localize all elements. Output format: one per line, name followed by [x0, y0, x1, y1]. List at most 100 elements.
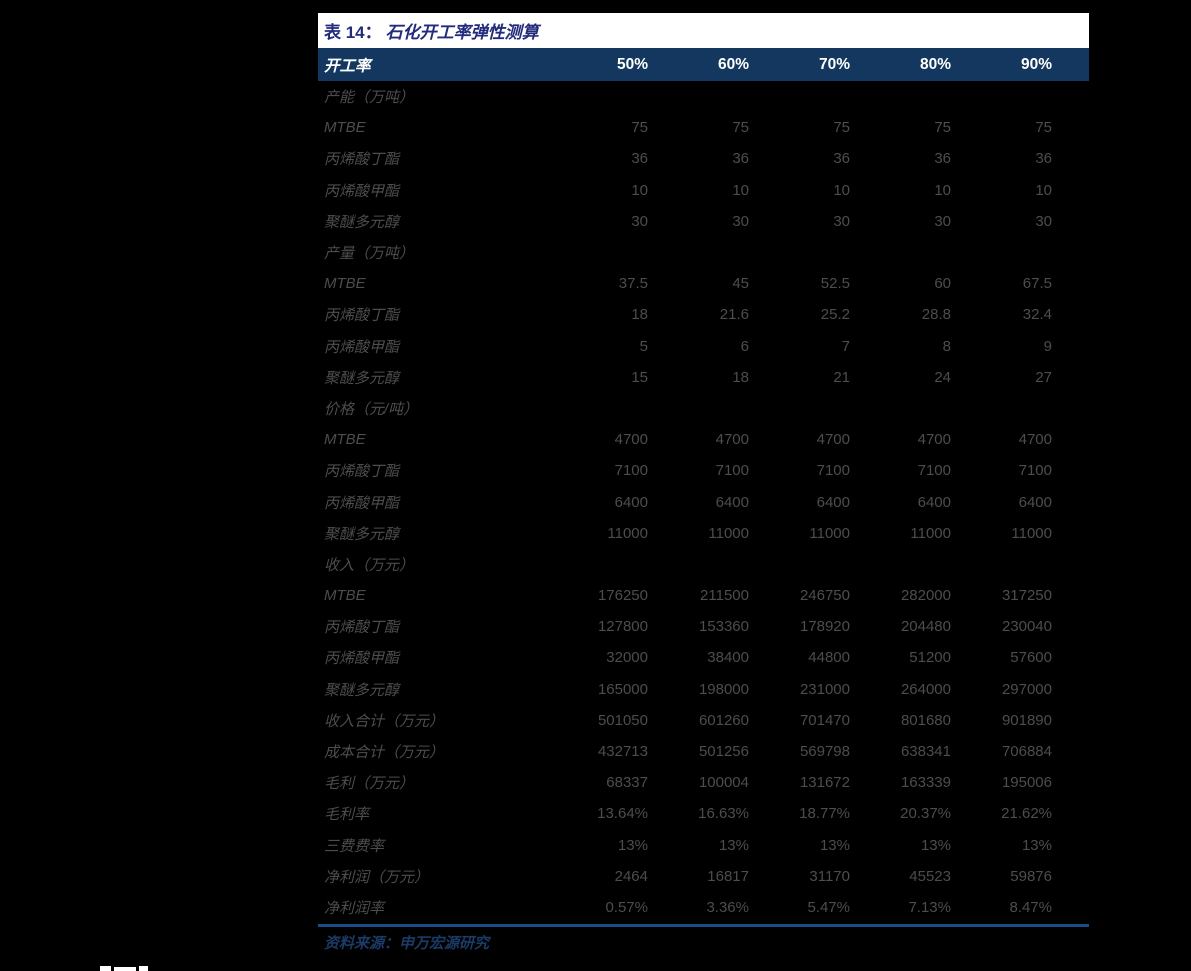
elasticity-table: 表 14： 石化开工率弹性测算 开工率 50% 60% 70% 80% 90% …	[318, 13, 1089, 957]
row-value: 21.62%	[1001, 805, 1052, 823]
row-value: 51200	[909, 649, 951, 667]
table-row: MTBE 4700 4700 4700 4700 4700	[318, 424, 1089, 455]
row-label: MTBE	[324, 275, 366, 293]
row-label: 丙烯酸甲酯	[324, 494, 400, 512]
row-label: 聚醚多元醇	[324, 681, 400, 699]
row-value: 127800	[597, 618, 648, 636]
table-row: 丙烯酸甲酯 5 6 7 8 9	[318, 331, 1089, 362]
header-col-80: 80%	[919, 55, 951, 73]
row-value: 7100	[715, 462, 749, 480]
section-row: 产能（万吨）	[318, 81, 1089, 112]
row-value: 18	[732, 368, 749, 386]
table-row: 丙烯酸甲酯 32000 38400 44800 51200 57600	[318, 642, 1089, 673]
row-value: 75	[1035, 119, 1052, 137]
row-value: 6400	[715, 493, 749, 511]
row-value: 45523	[909, 867, 951, 885]
table-row: 净利润（万元） 2464 16817 31170 45523 59876	[318, 861, 1089, 892]
row-value: 32000	[606, 649, 648, 667]
row-label: 净利润（万元）	[324, 868, 430, 886]
row-value: 7	[841, 337, 850, 355]
row-value: 11000	[809, 524, 850, 542]
row-value: 24	[934, 368, 951, 386]
row-value: 36	[934, 150, 951, 168]
row-value: 10	[934, 181, 951, 199]
table-row: 丙烯酸甲酯 6400 6400 6400 6400 6400	[318, 486, 1089, 517]
table-row: 净利润率 0.57% 3.36% 5.47% 7.13% 8.47%	[318, 892, 1089, 923]
row-value: 11000	[607, 524, 648, 542]
row-value: 0.57%	[605, 898, 648, 916]
row-value: 75	[833, 119, 850, 137]
row-value: 11000	[1011, 524, 1052, 542]
row-label: 收入合计（万元）	[324, 712, 445, 730]
table-title: 石化开工率弹性测算	[385, 23, 539, 42]
row-value: 638341	[900, 743, 951, 761]
row-value: 178920	[799, 618, 850, 636]
row-value: 30	[1035, 212, 1052, 230]
header-operating-rate-label: 开工率	[324, 57, 371, 75]
row-value: 7100	[917, 462, 951, 480]
table-row: MTBE 37.5 45 52.5 60 67.5	[318, 268, 1089, 299]
row-label: 丙烯酸丁酯	[324, 619, 400, 637]
row-value: 67.5	[1022, 275, 1052, 293]
row-value: 6400	[1018, 493, 1052, 511]
row-value: 25.2	[820, 306, 850, 324]
table-row: 收入合计（万元） 501050 601260 701470 801680 901890	[318, 705, 1089, 736]
row-value: 10	[732, 181, 749, 199]
row-value: 10	[631, 181, 648, 199]
row-value: 230040	[1001, 618, 1052, 636]
source-note: 资料来源：申万宏源研究	[324, 934, 490, 952]
table-row: 聚醚多元醇 30 30 30 30 30	[318, 206, 1089, 237]
row-value: 6400	[816, 493, 850, 511]
row-value: 21	[833, 368, 850, 386]
row-value: 45	[732, 275, 749, 293]
row-label: 产量（万吨）	[324, 245, 415, 263]
cropped-text-artifact	[100, 966, 111, 971]
row-value: 28.8	[921, 306, 951, 324]
row-value: 601260	[698, 711, 749, 729]
row-value: 32.4	[1022, 306, 1052, 324]
row-value: 4700	[917, 431, 951, 449]
table-row: 毛利率 13.64% 16.63% 18.77% 20.37% 21.62%	[318, 798, 1089, 829]
row-value: 30	[732, 212, 749, 230]
row-value: 706884	[1001, 743, 1052, 761]
table-row: 聚醚多元醇 15 18 21 24 27	[318, 362, 1089, 393]
row-label: 价格（元/吨）	[324, 400, 419, 418]
row-label: 三费费率	[324, 837, 385, 855]
row-value: 317250	[1001, 587, 1052, 605]
row-value: 153360	[698, 618, 749, 636]
table-row: 丙烯酸丁酯 7100 7100 7100 7100 7100	[318, 455, 1089, 486]
row-value: 60	[934, 275, 951, 293]
row-value: 16817	[707, 867, 749, 885]
table-number-label: 表 14：	[324, 23, 382, 42]
section-row: 产量（万吨）	[318, 237, 1089, 268]
row-value: 701470	[799, 711, 850, 729]
row-value: 501256	[698, 743, 749, 761]
row-value: 246750	[799, 587, 850, 605]
row-label: 聚醚多元醇	[324, 369, 400, 387]
table-title-bar: 表 14： 石化开工率弹性测算	[318, 13, 1089, 48]
row-value: 7100	[1018, 462, 1052, 480]
header-col-90: 90%	[1020, 55, 1052, 73]
table-row: 毛利（万元） 68337 100004 131672 163339 195006	[318, 767, 1089, 798]
row-label: 毛利率	[324, 806, 370, 824]
row-value: 30	[631, 212, 648, 230]
table-row: 成本合计（万元） 432713 501256 569798 638341 706884	[318, 736, 1089, 767]
row-value: 36	[1035, 150, 1052, 168]
row-value: 27	[1035, 368, 1052, 386]
section-row: 收入（万元）	[318, 549, 1089, 580]
table-row: 丙烯酸丁酯 36 36 36 36 36	[318, 143, 1089, 174]
row-value: 18	[631, 306, 648, 324]
row-label: 净利润率	[324, 899, 385, 917]
row-value: 195006	[1001, 774, 1052, 792]
row-value: 10	[1035, 181, 1052, 199]
row-value: 52.5	[820, 275, 850, 293]
row-value: 57600	[1010, 649, 1052, 667]
row-value: 20.37%	[900, 805, 951, 823]
header-col-70: 70%	[818, 55, 850, 73]
row-value: 204480	[900, 618, 951, 636]
row-value: 569798	[799, 743, 850, 761]
row-value: 13.64%	[597, 805, 648, 823]
row-value: 30	[833, 212, 850, 230]
row-value: 163339	[900, 774, 951, 792]
row-label: 聚醚多元醇	[324, 213, 400, 231]
